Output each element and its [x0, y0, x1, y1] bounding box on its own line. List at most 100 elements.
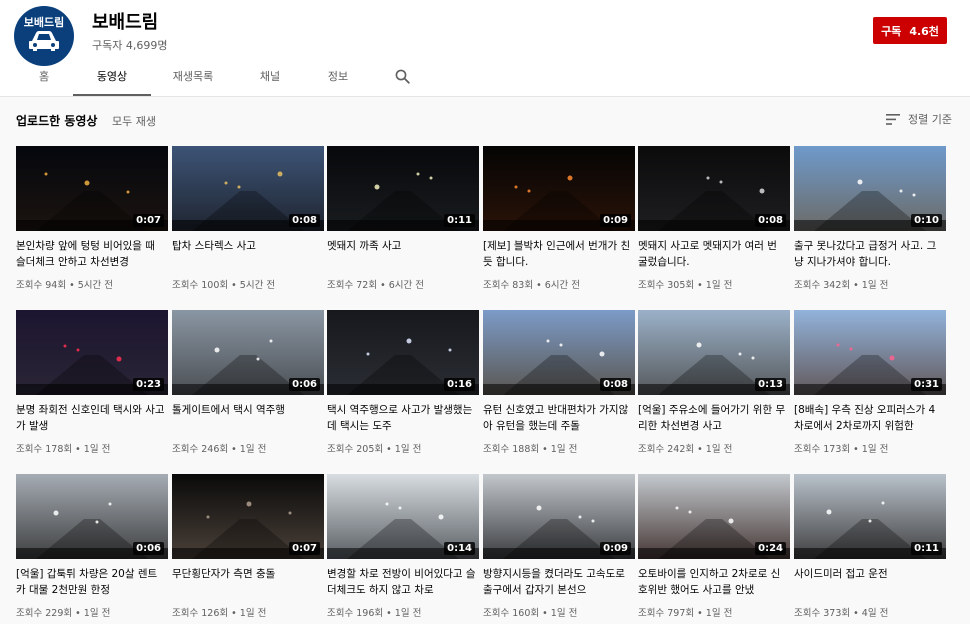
- video-duration: 0:11: [911, 542, 942, 555]
- video-thumbnail[interactable]: 0:13: [638, 310, 790, 395]
- subscribe-count: 4.6천: [909, 24, 939, 38]
- play-all-link[interactable]: 모두 재생: [112, 113, 156, 129]
- meta-separator: •: [72, 608, 84, 619]
- video-card[interactable]: 0:07 무단횡단자가 측면 충돌 조회수 126회 • 1일 전: [172, 474, 324, 624]
- video-title[interactable]: 톨게이트에서 택시 역주행: [172, 402, 322, 434]
- video-meta: 조회수 160회 • 1일 전: [483, 605, 633, 619]
- video-title[interactable]: 사이드미러 접고 운전: [794, 566, 944, 598]
- video-title[interactable]: [억울] 갑툭튀 차량은 20살 렌트카 대물 2천만원 한정: [16, 566, 166, 598]
- video-thumbnail[interactable]: 0:06: [16, 474, 168, 559]
- video-card[interactable]: 0:08 탑차 스타렉스 사고 조회수 100회 • 5시간 전: [172, 146, 324, 296]
- video-title[interactable]: 유턴 신호였고 반대편차가 가지않아 유턴을 했는데 주돌: [483, 402, 633, 434]
- channel-header: 보배드림 보배드림 구독자 4,699명 구독 4.6천 홈 동영상 재생목록 …: [0, 0, 970, 97]
- video-duration: 0:23: [133, 378, 164, 391]
- video-title[interactable]: 멧돼지 사고로 멧돼지가 여러 번 굴렀습니다.: [638, 238, 788, 270]
- video-title[interactable]: 무단횡단자가 측면 충돌: [172, 566, 322, 598]
- video-duration: 0:31: [911, 378, 942, 391]
- video-title[interactable]: [8배속] 우측 진상 오피러스가 4차로에서 2차로까지 위험한: [794, 402, 944, 434]
- video-thumbnail[interactable]: 0:31: [794, 310, 946, 395]
- tab-about[interactable]: 정보: [316, 62, 360, 94]
- video-meta: 조회수 242회 • 1일 전: [638, 441, 788, 455]
- video-card[interactable]: 0:09 방향지시등을 켰더라도 고속도로 출구에서 갑자기 본선으조회수 160…: [483, 474, 635, 624]
- video-thumbnail[interactable]: 0:07: [172, 474, 324, 559]
- video-title[interactable]: [제보] 블박차 인근에서 번개가 친 듯 합니다.: [483, 238, 633, 270]
- video-meta: 조회수 94회 • 5시간 전: [16, 277, 166, 291]
- video-thumbnail[interactable]: 0:11: [794, 474, 946, 559]
- video-age: 1일 전: [550, 444, 578, 455]
- video-thumbnail[interactable]: 0:10: [794, 146, 946, 231]
- video-thumbnail[interactable]: 0:09: [483, 474, 635, 559]
- video-age: 1일 전: [861, 280, 889, 291]
- video-views: 조회수 188회: [483, 444, 540, 455]
- video-card[interactable]: 0:07 본인차량 앞에 텅텅 비어있을 때 슬더체크 안하고 차선변경조회수 9…: [16, 146, 168, 296]
- video-card[interactable]: 0:16 택시 역주행으로 사고가 발생했는데 택시는 도주 조회수 205회 • …: [327, 310, 479, 460]
- tab-playlists[interactable]: 재생목록: [163, 62, 223, 94]
- meta-separator: •: [694, 280, 706, 291]
- subscriber-count: 구독자 4,699명: [92, 39, 168, 52]
- video-card[interactable]: 0:31 [8배속] 우측 진상 오피러스가 4차로에서 2차로까지 위험한 조회수…: [794, 310, 946, 460]
- video-thumbnail[interactable]: 0:08: [483, 310, 635, 395]
- video-thumbnail[interactable]: 0:06: [172, 310, 324, 395]
- meta-separator: •: [533, 280, 545, 291]
- video-thumbnail[interactable]: 0:14: [327, 474, 479, 559]
- video-title[interactable]: [억울] 주유소에 들어가기 위한 무리한 차선변경 사고: [638, 402, 788, 434]
- video-duration: 0:14: [444, 542, 475, 555]
- video-thumbnail[interactable]: 0:09: [483, 146, 635, 231]
- video-card[interactable]: 0:10 출구 못나갔다고 급정거 사고. 그냥 지나가셔야 합니다. 조회수 34…: [794, 146, 946, 296]
- video-card[interactable]: 0:09 [제보] 블박차 인근에서 번개가 친 듯 합니다. 조회수 83회 • …: [483, 146, 635, 296]
- tab-home[interactable]: 홈: [26, 62, 62, 94]
- video-title[interactable]: 멧돼지 까족 사고: [327, 238, 477, 270]
- video-title[interactable]: 변경할 차로 전방이 비어있다고 슬더체크도 하지 않고 차로: [327, 566, 477, 598]
- sort-icon: [886, 113, 900, 125]
- meta-separator: •: [694, 444, 706, 455]
- channel-avatar[interactable]: 보배드림: [14, 6, 74, 66]
- video-thumbnail[interactable]: 0:08: [172, 146, 324, 231]
- video-thumbnail[interactable]: 0:16: [327, 310, 479, 395]
- meta-separator: •: [383, 608, 395, 619]
- tab-channels[interactable]: 채널: [248, 62, 292, 94]
- video-views: 조회수 160회: [483, 608, 540, 619]
- video-views: 조회수 100회: [172, 280, 229, 291]
- video-thumbnail[interactable]: 0:07: [16, 146, 168, 231]
- video-card[interactable]: 0:13 [억울] 주유소에 들어가기 위한 무리한 차선변경 사고조회수 242…: [638, 310, 790, 460]
- video-views: 조회수 242회: [638, 444, 695, 455]
- channel-name: 보배드림: [92, 12, 159, 33]
- video-age: 1일 전: [239, 444, 267, 455]
- sort-button[interactable]: 정렬 기준: [886, 111, 952, 127]
- video-title[interactable]: 출구 못나갔다고 급정거 사고. 그냥 지나가셔야 합니다.: [794, 238, 944, 270]
- video-views: 조회수 196회: [327, 608, 384, 619]
- video-card[interactable]: 0:11 사이드미러 접고 운전 조회수 373회 • 4일 전: [794, 474, 946, 624]
- video-views: 조회수 205회: [327, 444, 384, 455]
- video-card[interactable]: 0:06 톨게이트에서 택시 역주행 조회수 246회 • 1일 전: [172, 310, 324, 460]
- video-card[interactable]: 0:11 멧돼지 까족 사고 조회수 72회 • 6시간 전: [327, 146, 479, 296]
- video-duration: 0:13: [755, 378, 786, 391]
- video-thumbnail[interactable]: 0:08: [638, 146, 790, 231]
- video-thumbnail[interactable]: 0:24: [638, 474, 790, 559]
- avatar-brand-text: 보배드림: [23, 16, 65, 29]
- meta-separator: •: [228, 280, 240, 291]
- video-card[interactable]: 0:14 변경할 차로 전방이 비어있다고 슬더체크도 하지 않고 차로조회수 1…: [327, 474, 479, 624]
- video-card[interactable]: 0:24 오토바이를 인지하고 2차로로 신호위반 했어도 사고를 안냈 조회수 7…: [638, 474, 790, 624]
- video-card[interactable]: 0:08 멧돼지 사고로 멧돼지가 여러 번 굴렀습니다. 조회수 305회 • 1…: [638, 146, 790, 296]
- search-icon[interactable]: [395, 69, 410, 88]
- video-age: 1일 전: [705, 444, 733, 455]
- video-title[interactable]: 택시 역주행으로 사고가 발생했는데 택시는 도주: [327, 402, 477, 434]
- sort-label: 정렬 기준: [908, 113, 952, 126]
- video-card[interactable]: 0:08 유턴 신호였고 반대편차가 가지않아 유턴을 했는데 주돌조회수 188…: [483, 310, 635, 460]
- subscribe-button[interactable]: 구독 4.6천: [873, 17, 947, 44]
- meta-separator: •: [850, 444, 862, 455]
- video-title[interactable]: 분명 좌회전 신호인데 택시와 사고가 발생: [16, 402, 166, 434]
- video-meta: 조회수 188회 • 1일 전: [483, 441, 633, 455]
- video-meta: 조회수 196회 • 1일 전: [327, 605, 477, 619]
- tab-videos[interactable]: 동영상: [73, 62, 151, 96]
- video-card[interactable]: 0:06 [억울] 갑툭튀 차량은 20살 렌트카 대물 2천만원 한정 조회수 2…: [16, 474, 168, 624]
- video-title[interactable]: 방향지시등을 켰더라도 고속도로 출구에서 갑자기 본선으: [483, 566, 633, 598]
- video-thumbnail[interactable]: 0:23: [16, 310, 168, 395]
- video-title[interactable]: 탑차 스타렉스 사고: [172, 238, 322, 270]
- video-duration: 0:08: [289, 214, 320, 227]
- video-card[interactable]: 0:23 분명 좌회전 신호인데 택시와 사고가 발생조회수 178회 • 1일 …: [16, 310, 168, 460]
- video-title[interactable]: 오토바이를 인지하고 2차로로 신호위반 했어도 사고를 안냈: [638, 566, 788, 598]
- video-meta: 조회수 178회 • 1일 전: [16, 441, 166, 455]
- video-title[interactable]: 본인차량 앞에 텅텅 비어있을 때 슬더체크 안하고 차선변경: [16, 238, 166, 270]
- video-thumbnail[interactable]: 0:11: [327, 146, 479, 231]
